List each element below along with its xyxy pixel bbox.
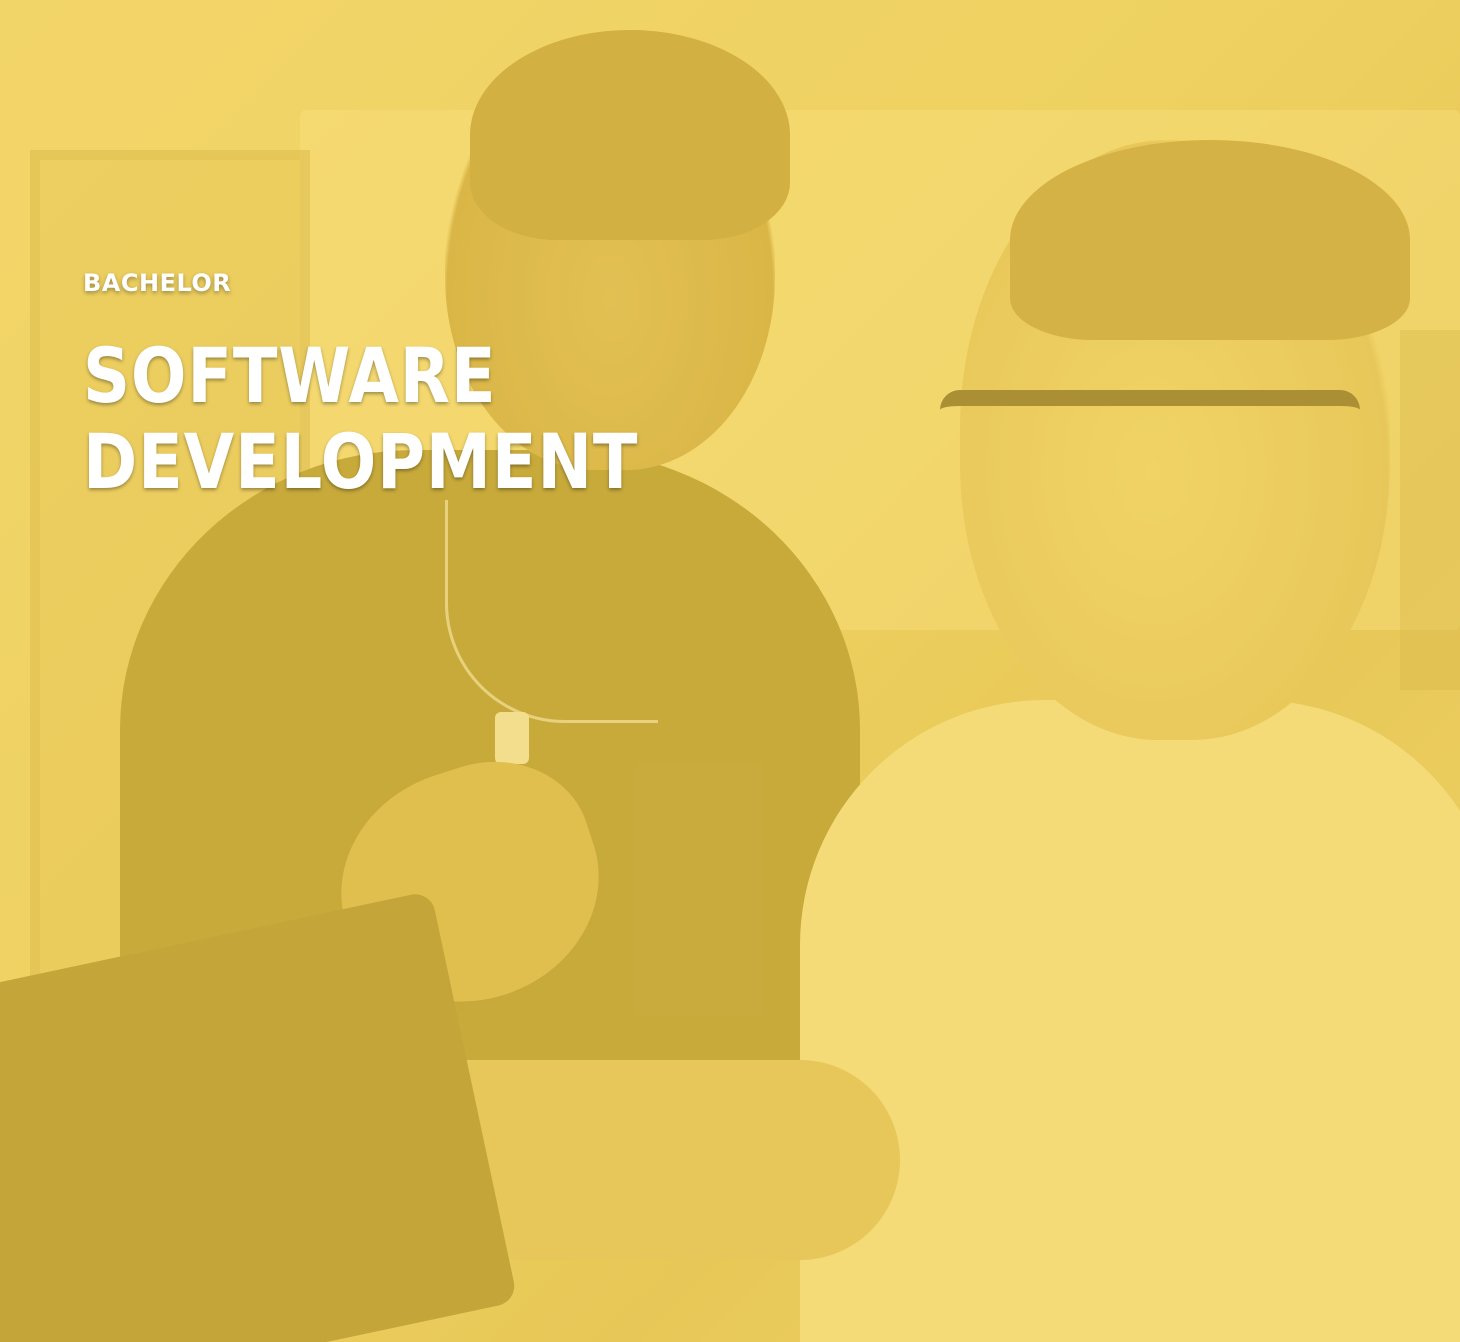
- program-title-line-2: DEVELOPMENT: [83, 417, 639, 506]
- program-hero-card[interactable]: BACHELOR SOFTWARE DEVELOPMENT: [0, 0, 1460, 1342]
- hero-text: BACHELOR SOFTWARE DEVELOPMENT: [83, 266, 729, 505]
- color-overlay: [0, 0, 1460, 1342]
- program-title-line-1: SOFTWARE: [83, 331, 497, 420]
- degree-level-label: BACHELOR: [83, 269, 232, 297]
- program-title[interactable]: SOFTWARE DEVELOPMENT: [83, 333, 638, 505]
